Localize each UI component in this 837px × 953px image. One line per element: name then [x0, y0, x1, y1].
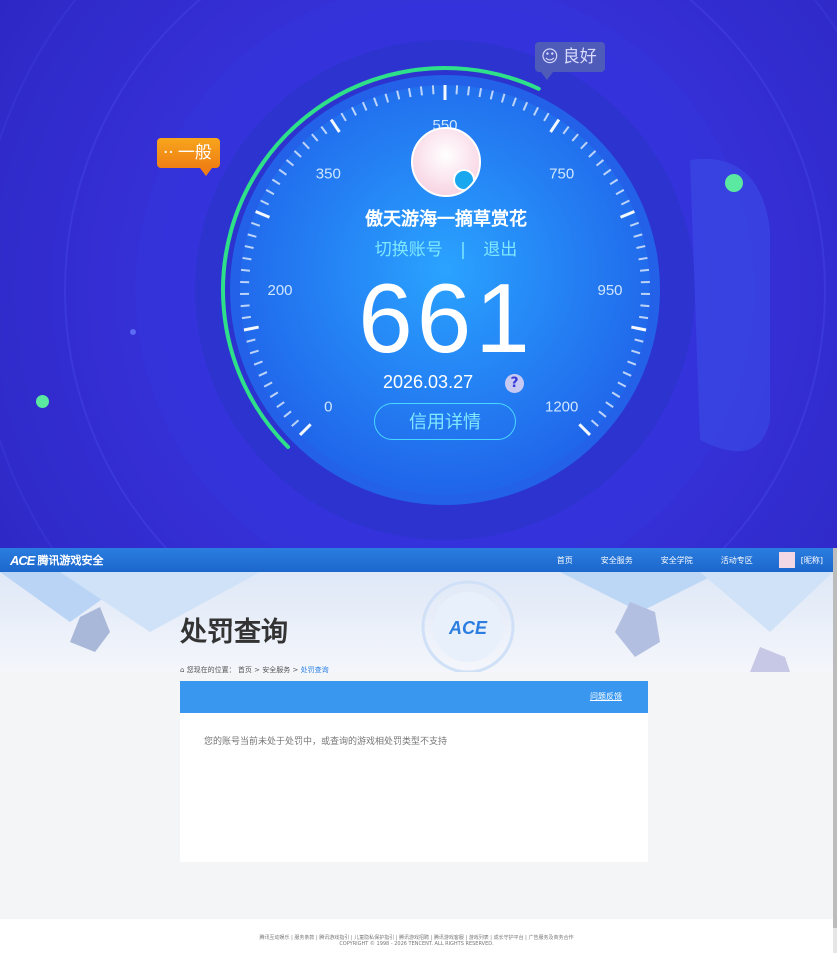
nav-item-home[interactable]: 首页	[557, 555, 573, 566]
nav-item-security-service[interactable]: 安全服务	[601, 555, 633, 566]
site-header: ACE 腾讯游戏安全 首页 安全服务 安全学院 活动专区 [昵称]	[0, 548, 833, 572]
nickname: 傲天游海一摘草赏花	[365, 209, 527, 230]
site-logo[interactable]: ACE 腾讯游戏安全	[10, 552, 103, 568]
nav-item-events[interactable]: 活动专区	[721, 555, 753, 566]
gauge-tick	[467, 86, 471, 96]
credit-detail-button[interactable]: 信用详情	[374, 403, 516, 440]
help-icon[interactable]: ?	[505, 374, 524, 393]
bubble-tail	[541, 72, 553, 80]
user-name[interactable]: [昵称]	[801, 555, 823, 566]
gauge-tick-label: 750	[549, 165, 574, 182]
breadcrumb-sep: >	[292, 666, 299, 674]
gauge-tick	[431, 85, 435, 95]
site-footer: 腾讯互动娱乐 | 服务条款 | 腾讯游戏指引 | 儿童隐私保护指引 | 腾讯游戏…	[0, 919, 833, 953]
footer-links[interactable]: 腾讯互动娱乐 | 服务条款 | 腾讯游戏指引 | 儿童隐私保护指引 | 腾讯游戏…	[0, 934, 833, 941]
avatar	[411, 127, 481, 197]
nav-item-security-academy[interactable]: 安全学院	[661, 555, 693, 566]
bubble-good-label: 良好	[562, 47, 597, 67]
breadcrumb-prefix: 您现在的位置：	[186, 666, 236, 674]
account-actions: 切换账号 | 退出	[300, 235, 592, 260]
gauge-tick	[640, 304, 650, 308]
logo-text: 腾讯游戏安全	[37, 554, 104, 567]
gauge-tick	[240, 268, 251, 272]
home-icon: ⌂	[180, 666, 185, 674]
page-title: 处罚查询	[180, 617, 288, 648]
credit-score-panel: 0 200 350 550 750 950 1200 ·· 一般 ☺ 良好 傲天游海一摘草赏…	[0, 0, 837, 548]
svg-text:ACE: ACE	[448, 618, 488, 638]
page-banner: ACE	[0, 572, 833, 672]
gauge-tick-label: 0	[324, 399, 332, 416]
decor-dot	[130, 329, 136, 335]
gauge-tick	[639, 268, 650, 272]
footer-copyright: COPYRIGHT © 1998 - 2026 TENCENT. ALL RIG…	[339, 941, 494, 947]
gauge-tick	[455, 85, 459, 95]
gauge-tick	[240, 304, 250, 308]
gauge-tick	[242, 256, 252, 261]
result-message: 您的账号当前未处于处罚中，或查询的游戏相处罚类型不支持	[204, 737, 448, 747]
separator: |	[460, 240, 466, 260]
decor-dot	[725, 174, 743, 192]
gauge-tick	[419, 86, 423, 96]
gauge-tick	[638, 256, 648, 261]
credit-score-value: 661	[358, 263, 534, 373]
decor-dot	[36, 395, 49, 408]
gauge-tick-label: 1200	[545, 399, 578, 416]
scrollbar-thumb[interactable]	[833, 548, 837, 928]
bubble-tail	[199, 168, 212, 176]
result-panel: 问题反馈 您的账号当前未处于处罚中，或查询的游戏相处罚类型不支持	[180, 681, 648, 862]
level-bubble-normal: ·· 一般	[157, 138, 220, 176]
panel-header: 问题反馈	[180, 681, 648, 713]
breadcrumb-home[interactable]: 首页	[238, 666, 252, 674]
feedback-link[interactable]: 问题反馈	[590, 691, 622, 702]
switch-account-link[interactable]: 切换账号	[375, 240, 443, 260]
user-avatar[interactable]	[778, 552, 795, 568]
banner-decor: ACE	[0, 572, 833, 672]
level-bubble-good: ☺ 良好	[535, 42, 605, 80]
qq-penguin-icon	[453, 169, 475, 191]
breadcrumb-sep: >	[254, 666, 261, 674]
breadcrumb: ⌂ 您现在的位置： 首页 > 安全服务 > 处罚查询	[180, 665, 329, 675]
breadcrumb-section[interactable]: 安全服务	[262, 666, 290, 674]
scrollbar[interactable]	[833, 548, 837, 953]
score-date: 2026.03.27	[383, 372, 474, 392]
logout-link[interactable]: 退出	[483, 240, 517, 260]
gauge-tick-label: 200	[267, 282, 292, 299]
gauge-tick-label: 350	[316, 165, 341, 182]
ace-logo-icon: ACE	[10, 552, 35, 568]
breadcrumb-current: 处罚查询	[300, 666, 329, 674]
gauge-tick	[639, 315, 649, 320]
smile-face-icon: ☺	[541, 47, 559, 67]
top-nav: 首页 安全服务 安全学院 活动专区 [昵称]	[529, 548, 823, 572]
gauge-tick	[241, 315, 251, 320]
bubble-normal-label: 一般	[177, 143, 212, 163]
neutral-face-icon: ··	[163, 143, 174, 163]
